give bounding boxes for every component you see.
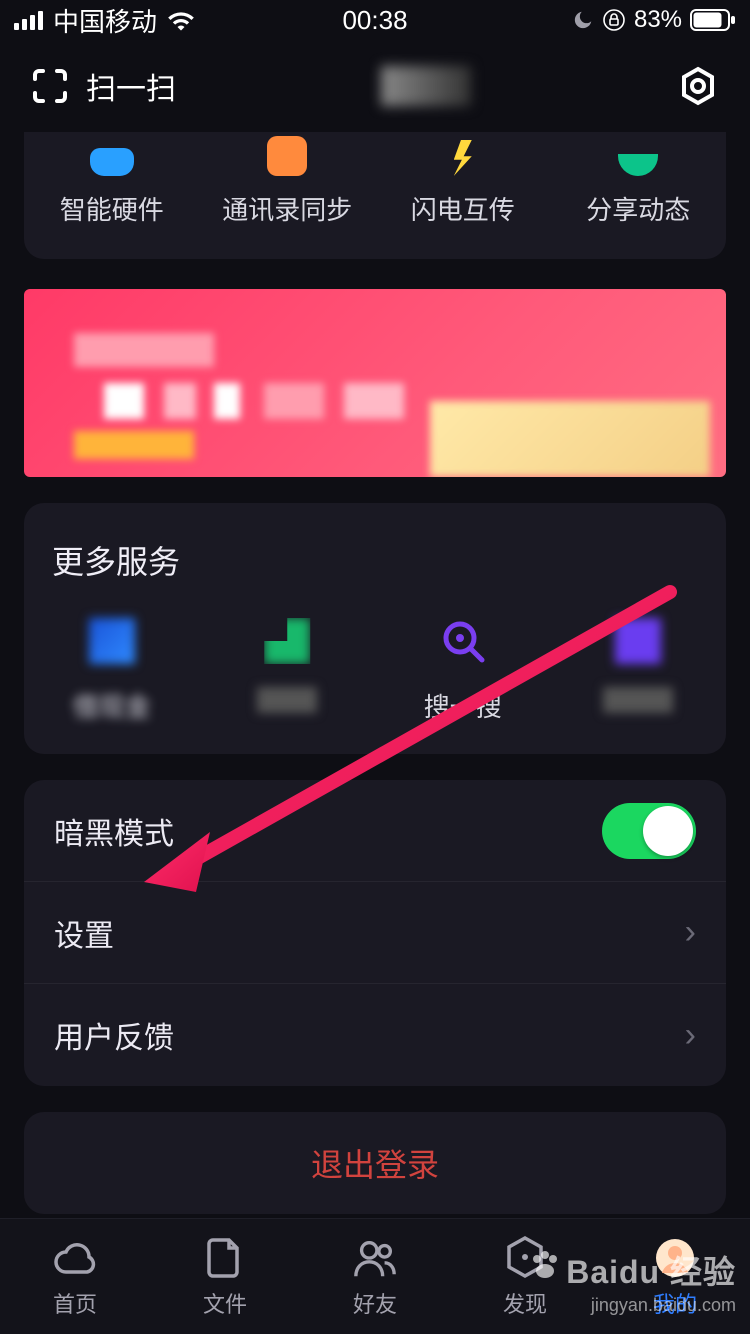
shortcut-label: 智能硬件 [24, 190, 200, 227]
header-title-blurred [381, 66, 471, 106]
contact-sync-icon [267, 136, 307, 176]
nav-home[interactable]: 首页 [0, 1219, 150, 1334]
nav-friends[interactable]: 好友 [300, 1219, 450, 1334]
service-loan-icon [89, 618, 135, 664]
shortcut-label: 通讯录同步 [200, 190, 376, 227]
service-item-4-icon [615, 618, 661, 664]
more-services-title: 更多服务 [24, 537, 726, 613]
service-label: 借现金 [24, 687, 200, 724]
promo-banner[interactable] [24, 289, 726, 477]
nav-label: 发现 [503, 1287, 547, 1319]
cloud-icon [52, 1238, 98, 1278]
avatar-icon [654, 1237, 696, 1279]
nav-discover[interactable]: 发现 [450, 1219, 600, 1334]
bottom-nav: 首页 文件 好友 发现 我的 [0, 1218, 750, 1334]
shortcut-label: 分享动态 [551, 190, 727, 227]
logout-label: 退出登录 [311, 1140, 439, 1186]
carrier-label: 中国移动 [53, 2, 157, 39]
banner-blurred-content [24, 289, 726, 477]
feedback-row[interactable]: 用户反馈 › [24, 984, 726, 1086]
dark-mode-label: 暗黑模式 [54, 809, 174, 853]
service-item-4[interactable] [551, 613, 727, 724]
share-moments-icon [618, 154, 658, 176]
nav-label: 好友 [353, 1287, 397, 1319]
dark-mode-toggle[interactable] [602, 803, 696, 859]
status-left: 中国移动 [14, 2, 342, 39]
settings-row[interactable]: 设置 › [24, 882, 726, 984]
feedback-label: 用户反馈 [54, 1013, 174, 1057]
app-header: 扫一扫 [0, 40, 750, 132]
header-settings-button[interactable] [676, 64, 720, 108]
dark-mode-row: 暗黑模式 [24, 780, 726, 882]
shortcut-contact-sync[interactable]: 通讯录同步 [200, 132, 376, 227]
scan-label: 扫一扫 [86, 64, 176, 108]
scan-icon [30, 66, 70, 106]
flash-transfer-icon [454, 140, 472, 176]
discover-icon [504, 1235, 546, 1281]
shortcut-smart-hardware[interactable]: 智能硬件 [24, 132, 200, 227]
chevron-right-icon: › [685, 1016, 696, 1055]
smart-hardware-icon [90, 148, 134, 176]
shortcut-share-moments[interactable]: 分享动态 [551, 132, 727, 227]
service-item-2[interactable] [200, 613, 376, 724]
nav-label: 我的 [653, 1287, 697, 1319]
settings-label: 设置 [54, 911, 114, 955]
battery-icon [690, 9, 736, 31]
file-icon [205, 1236, 245, 1280]
nav-label: 首页 [53, 1287, 97, 1319]
nav-label: 文件 [203, 1287, 247, 1319]
service-loan[interactable]: 借现金 [24, 613, 200, 724]
hex-gear-icon [678, 66, 718, 106]
scan-button[interactable]: 扫一扫 [30, 64, 176, 108]
chevron-right-icon: › [685, 913, 696, 952]
logout-button[interactable]: 退出登录 [24, 1112, 726, 1214]
lock-rotation-icon [602, 8, 626, 32]
service-search[interactable]: 搜一搜 [375, 613, 551, 724]
shortcut-card: 智能硬件 通讯录同步 闪电互传 分享动态 [24, 132, 726, 259]
search-icon [440, 618, 486, 664]
status-time: 00:38 [342, 5, 407, 36]
signal-icon [14, 10, 43, 30]
moon-icon [572, 9, 594, 31]
service-label-blurred [603, 687, 673, 713]
service-item-2-icon [264, 618, 310, 664]
friends-icon [352, 1237, 398, 1279]
nav-files[interactable]: 文件 [150, 1219, 300, 1334]
more-services-card: 更多服务 借现金 搜一搜 [24, 503, 726, 754]
wifi-icon [167, 9, 195, 31]
service-label: 搜一搜 [375, 687, 551, 724]
shortcut-label: 闪电互传 [375, 190, 551, 227]
shortcut-flash-transfer[interactable]: 闪电互传 [375, 132, 551, 227]
settings-list-card: 暗黑模式 设置 › 用户反馈 › [24, 780, 726, 1086]
nav-me[interactable]: 我的 [600, 1219, 750, 1334]
status-bar: 中国移动 00:38 83% [0, 0, 750, 40]
status-right: 83% [408, 6, 736, 34]
service-label-blurred [257, 687, 317, 713]
content-scroll[interactable]: 智能硬件 通讯录同步 闪电互传 分享动态 [0, 132, 750, 1218]
battery-percent: 83% [634, 6, 682, 34]
